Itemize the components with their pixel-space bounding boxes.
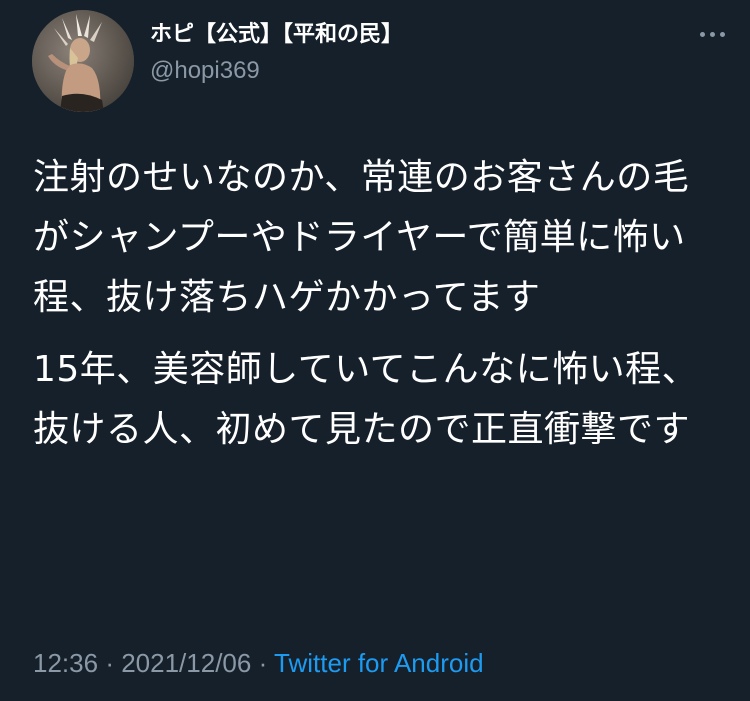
tweet-body: 注射のせいなのか、常連のお客さんの毛がシャンプーやドライヤーで簡単に怖い程、抜け… (33, 148, 723, 460)
more-dots-icon (699, 31, 705, 37)
tweet-card: ホピ【公式】【平和の民】 @hopi369 注射のせいなのか、常連のお客さんの毛… (0, 0, 750, 701)
more-dots-icon (709, 31, 715, 37)
tweet-paragraph: 注射のせいなのか、常連のお客さんの毛がシャンプーやドライヤーで簡単に怖い程、抜け… (33, 157, 690, 318)
tweet-metadata: 12:36 · 2021/12/06 · Twitter for Android (33, 645, 484, 681)
tweet-time[interactable]: 12:36 (33, 648, 98, 678)
tweet-paragraph: 15年、美容師していてこんなに怖い程、抜ける人、初めて見たので正直衝撃です (33, 349, 699, 450)
more-dots-icon (719, 31, 725, 37)
user-info[interactable]: ホピ【公式】【平和の民】 @hopi369 (150, 20, 403, 88)
display-name[interactable]: ホピ【公式】【平和の民】 (150, 20, 403, 50)
meta-separator: · (105, 648, 114, 678)
tweet-source-link[interactable]: Twitter for Android (274, 648, 484, 678)
user-handle[interactable]: @hopi369 (150, 54, 403, 88)
more-options-button[interactable] (692, 24, 732, 44)
avatar[interactable] (32, 10, 134, 112)
tweet-header: ホピ【公式】【平和の民】 @hopi369 (32, 10, 732, 112)
avatar-image (32, 10, 134, 112)
meta-separator: · (258, 648, 268, 678)
tweet-date[interactable]: 2021/12/06 (121, 648, 251, 678)
